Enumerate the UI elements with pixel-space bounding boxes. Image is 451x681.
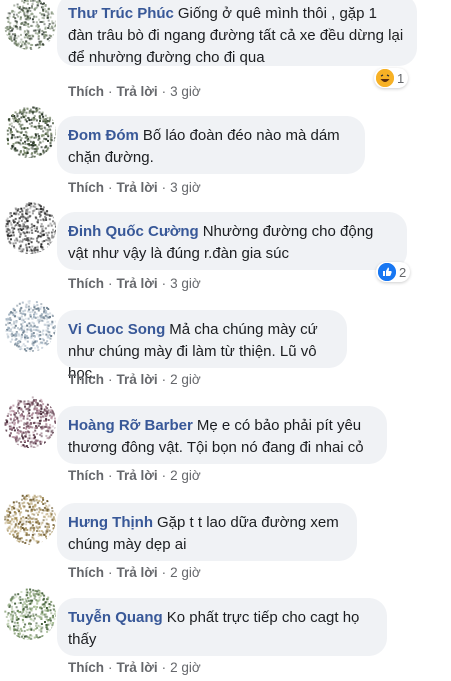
comment-bubble: Thư Trúc Phúc Giống ở quê mình thôi , gặp… xyxy=(57,0,417,66)
comment-actions: Thích · Trả lời · 2 giờ xyxy=(68,660,201,675)
avatar[interactable] xyxy=(4,300,56,352)
like-link[interactable]: Thích xyxy=(68,468,104,483)
like-link[interactable]: Thích xyxy=(68,660,104,675)
separator: · xyxy=(161,372,167,387)
separator: · xyxy=(108,660,113,675)
separator: · xyxy=(108,276,113,291)
separator: · xyxy=(161,180,167,195)
like-link[interactable]: Thích xyxy=(68,276,104,291)
comment-bubble: Hưng Thịnh Gặp t t lao dữa đường xem chún… xyxy=(57,503,357,561)
comment-actions: Thích · Trả lời · 3 giờ xyxy=(68,180,201,195)
separator: · xyxy=(108,565,113,580)
reply-link[interactable]: Trả lời xyxy=(117,468,158,483)
like-icon xyxy=(378,263,396,281)
comment-time[interactable]: 2 giờ xyxy=(170,565,201,580)
comment-author[interactable]: Tuyễn Quang xyxy=(68,609,163,626)
comment-actions: Thích · Trả lời · 2 giờ xyxy=(68,468,201,483)
avatar[interactable] xyxy=(4,396,56,448)
reply-link[interactable]: Trả lời xyxy=(117,660,158,675)
comment-bubble: Hoàng Rỡ Barber Mẹ e có bảo phải pít yêu … xyxy=(57,406,387,464)
comment-time[interactable]: 2 giờ xyxy=(170,468,201,483)
like-link[interactable]: Thích xyxy=(68,180,104,195)
reply-link[interactable]: Trả lời xyxy=(117,372,158,387)
separator: · xyxy=(108,180,113,195)
comment-author[interactable]: Hoàng Rỡ Barber xyxy=(68,417,193,434)
separator: · xyxy=(161,565,167,580)
separator: · xyxy=(108,468,113,483)
comment-time[interactable]: 2 giờ xyxy=(170,660,201,675)
comment-author[interactable]: Đom Đóm xyxy=(68,127,139,144)
like-link[interactable]: Thích xyxy=(68,565,104,580)
reaction-badge[interactable]: 2 xyxy=(376,262,411,282)
reply-link[interactable]: Trả lời xyxy=(117,276,158,291)
separator: · xyxy=(161,276,167,291)
comment-time[interactable]: 3 giờ xyxy=(170,180,201,195)
separator: · xyxy=(161,468,167,483)
like-link[interactable]: Thích xyxy=(68,372,104,387)
separator: · xyxy=(161,84,167,99)
comment-bubble: Tuyễn Quang Ko phất trực tiếp cho cagt họ… xyxy=(57,598,387,656)
comment-actions: Thích · Trả lời · 3 giờ xyxy=(68,84,201,99)
avatar[interactable] xyxy=(4,202,56,254)
comment-actions: Thích · Trả lời · 2 giờ xyxy=(68,372,201,387)
comment-author[interactable]: Hưng Thịnh xyxy=(68,514,153,531)
reply-link[interactable]: Trả lời xyxy=(117,565,158,580)
avatar[interactable] xyxy=(4,106,56,158)
comment-author[interactable]: Thư Trúc Phúc xyxy=(68,5,174,22)
comment-time[interactable]: 2 giờ xyxy=(170,372,201,387)
haha-icon xyxy=(376,69,394,87)
comment-author[interactable]: Đinh Quốc Cường xyxy=(68,223,199,240)
avatar[interactable] xyxy=(4,588,56,640)
comment-bubble: Vi Cuoc Song Mả cha chúng mày cứ như chún… xyxy=(57,310,347,382)
reply-link[interactable]: Trả lời xyxy=(117,180,158,195)
separator: · xyxy=(161,660,167,675)
comment-bubble: Đinh Quốc Cường Nhường đường cho động vật… xyxy=(57,212,407,270)
separator: · xyxy=(108,372,113,387)
reaction-count: 1 xyxy=(397,70,405,86)
avatar[interactable] xyxy=(4,493,56,545)
separator: · xyxy=(108,84,113,99)
comment-bubble: Đom Đóm Bố láo đoàn đéo nào mà dám chặn đ… xyxy=(57,116,365,174)
like-link[interactable]: Thích xyxy=(68,84,104,99)
comment-time[interactable]: 3 giờ xyxy=(170,276,201,291)
reaction-badge[interactable]: 1 xyxy=(374,68,409,88)
comment-time[interactable]: 3 giờ xyxy=(170,84,201,99)
avatar[interactable] xyxy=(4,0,56,50)
reaction-count: 2 xyxy=(399,264,407,280)
comment-actions: Thích · Trả lời · 2 giờ xyxy=(68,565,201,580)
comment-author[interactable]: Vi Cuoc Song xyxy=(68,321,165,338)
comment-actions: Thích · Trả lời · 3 giờ xyxy=(68,276,201,291)
reply-link[interactable]: Trả lời xyxy=(117,84,158,99)
